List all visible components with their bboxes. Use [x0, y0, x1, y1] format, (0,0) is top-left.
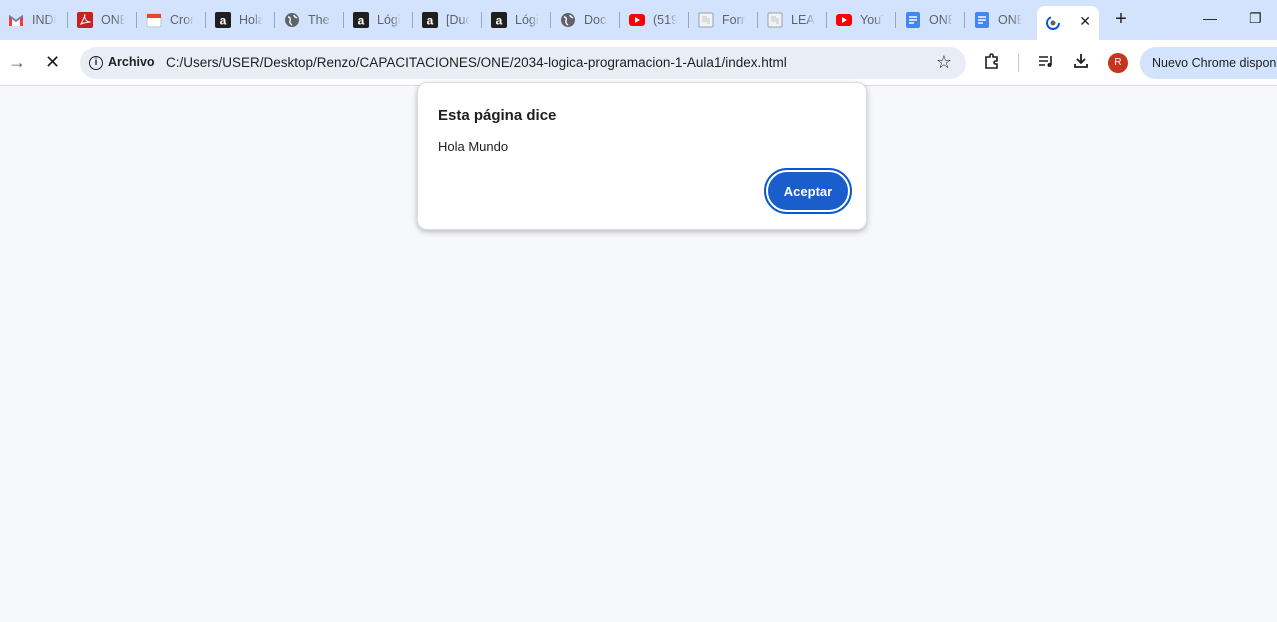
- calendar-icon: [146, 12, 162, 28]
- tab-10[interactable]: (519: [621, 6, 687, 34]
- tab-4[interactable]: a Hola: [207, 6, 273, 34]
- tab-5[interactable]: The: [276, 6, 342, 34]
- form-icon: [767, 12, 783, 28]
- tab-title: Doc: [584, 13, 607, 27]
- tab-separator: [481, 12, 482, 28]
- svg-text:a: a: [220, 14, 227, 28]
- tab-15[interactable]: ONE: [966, 6, 1032, 34]
- tab-title: Forr: [722, 13, 745, 27]
- alura-icon: a: [353, 12, 369, 28]
- form-icon: [698, 12, 714, 28]
- alert-dialog: Esta página dice Hola Mundo Aceptar: [417, 82, 867, 230]
- info-icon[interactable]: i: [89, 56, 103, 70]
- site-info-chip[interactable]: Archivo: [108, 55, 155, 69]
- pdf-icon: [77, 12, 93, 28]
- tab-title: ONE: [998, 13, 1022, 27]
- tab-separator: [274, 12, 275, 28]
- tab-separator: [343, 12, 344, 28]
- tab-separator: [964, 12, 965, 28]
- alura-icon: a: [422, 12, 438, 28]
- toolbar: → ✕ i Archivo C:/Users/USER/Desktop/Renz…: [0, 40, 1277, 86]
- stop-button[interactable]: ✕: [45, 53, 60, 71]
- tab-6[interactable]: a Lógi: [345, 6, 411, 34]
- tab-title: Cron: [170, 13, 194, 27]
- svg-text:a: a: [496, 14, 503, 28]
- tab-9[interactable]: Doc: [552, 6, 618, 34]
- omnibox[interactable]: i Archivo C:/Users/USER/Desktop/Renzo/CA…: [80, 47, 966, 79]
- alura-icon: a: [215, 12, 231, 28]
- tab-3[interactable]: Cron: [138, 6, 204, 34]
- tab-title: The: [308, 13, 330, 27]
- tab-separator: [67, 12, 68, 28]
- tab-title: Lógi: [377, 13, 401, 27]
- tab-separator: [757, 12, 758, 28]
- tab-separator: [688, 12, 689, 28]
- tab-8[interactable]: a Lógi: [483, 6, 549, 34]
- tab-title: [Duc: [446, 13, 470, 27]
- profile-avatar[interactable]: R: [1108, 53, 1128, 73]
- tab-separator: [826, 12, 827, 28]
- media-control-icon[interactable]: [1037, 52, 1055, 74]
- tab-2[interactable]: ONE: [69, 6, 135, 34]
- tab-14[interactable]: ONE: [897, 6, 963, 34]
- docs-icon: [974, 12, 990, 28]
- tab-separator: [619, 12, 620, 28]
- toolbar-divider: [1018, 54, 1019, 72]
- docs-icon: [905, 12, 921, 28]
- tab-title: INDI: [32, 13, 56, 27]
- forward-button[interactable]: →: [8, 53, 26, 71]
- tab-strip: INDI ONE Cron a Hola The a Lógi a [Duc a Lógi Doc (51…: [0, 0, 1277, 40]
- gmail-icon: [8, 12, 24, 28]
- tab-separator: [136, 12, 137, 28]
- tab-title: Hola: [239, 13, 263, 27]
- minimize-button[interactable]: —: [1203, 10, 1217, 26]
- update-chrome-button[interactable]: Nuevo Chrome disponible: [1140, 47, 1277, 79]
- bookmark-star-icon[interactable]: ☆: [936, 52, 952, 73]
- tab-title: YouT: [860, 13, 884, 27]
- restore-button[interactable]: ❐: [1249, 10, 1262, 27]
- tab-title: (519: [653, 13, 677, 27]
- svg-text:a: a: [358, 14, 365, 28]
- extensions-icon[interactable]: [983, 52, 1001, 74]
- tab-separator: [895, 12, 896, 28]
- tab-title: LEA: [791, 13, 815, 27]
- tab-12[interactable]: LEA: [759, 6, 825, 34]
- tab-13[interactable]: YouT: [828, 6, 894, 34]
- download-icon[interactable]: [1072, 52, 1090, 74]
- close-tab-icon[interactable]: ✕: [1079, 13, 1091, 30]
- loading-icon: [1045, 15, 1061, 31]
- tab-7[interactable]: a [Duc: [414, 6, 480, 34]
- tab-title: ONE: [929, 13, 953, 27]
- url-text[interactable]: C:/Users/USER/Desktop/Renzo/CAPACITACION…: [166, 55, 787, 70]
- tab-title: Lógi: [515, 13, 539, 27]
- accept-button[interactable]: Aceptar: [764, 168, 852, 214]
- youtube-icon: [836, 12, 852, 28]
- alura-icon: a: [491, 12, 507, 28]
- tab-active[interactable]: ✕: [1037, 6, 1099, 40]
- dialog-title: Esta página dice: [438, 107, 557, 124]
- tab-11[interactable]: Forr: [690, 6, 756, 34]
- tab-separator: [412, 12, 413, 28]
- new-tab-button[interactable]: +: [1110, 9, 1132, 31]
- tab-separator: [205, 12, 206, 28]
- youtube-icon: [629, 12, 645, 28]
- tab-1[interactable]: INDI: [0, 6, 66, 34]
- globe-icon: [284, 12, 300, 28]
- globe-icon: [560, 12, 576, 28]
- dialog-message: Hola Mundo: [438, 139, 509, 154]
- tab-title: ONE: [101, 13, 125, 27]
- tab-separator: [550, 12, 551, 28]
- svg-text:a: a: [427, 14, 434, 28]
